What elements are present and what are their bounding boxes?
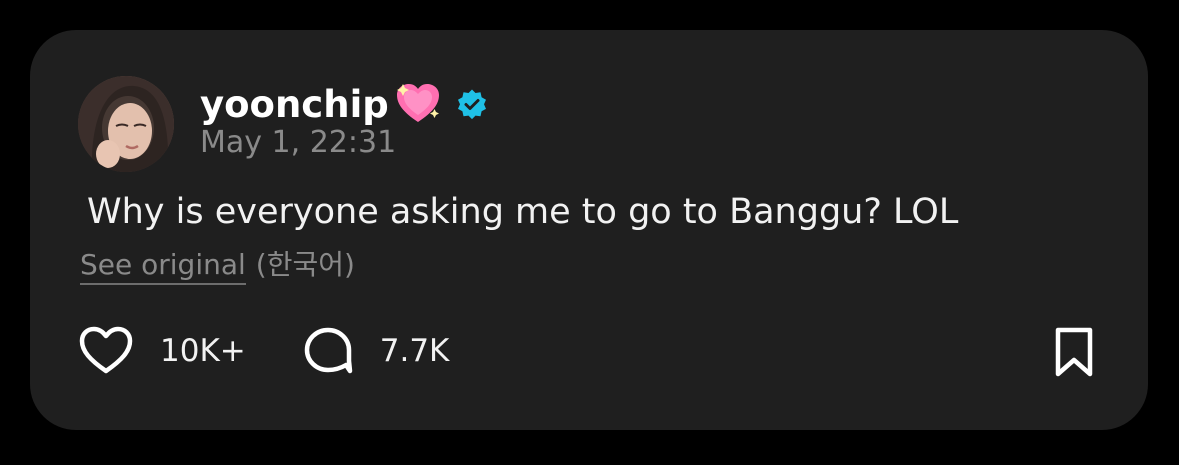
comment-bubble-icon: [302, 325, 354, 377]
sparkling-heart-icon: [395, 82, 441, 126]
like-button[interactable]: 10K+: [78, 326, 246, 376]
comment-count: 7.7K: [379, 332, 450, 369]
like-count: 10K+: [160, 332, 246, 369]
username-row: yoonchip: [200, 76, 489, 132]
verified-badge-icon: [455, 87, 489, 121]
avatar[interactable]: [78, 76, 174, 172]
post-timestamp: May 1, 22:31: [200, 125, 397, 160]
original-language-label: (한국어): [255, 248, 355, 281]
bookmark-button[interactable]: [1050, 326, 1098, 378]
comment-button[interactable]: 7.7K: [302, 325, 450, 377]
post-card[interactable]: yoonchip May 1, 22:31 Why is everyone as…: [30, 30, 1148, 430]
avatar-photo: [78, 76, 174, 172]
see-original-link[interactable]: See original: [80, 251, 246, 285]
post-text: Why is everyone asking me to go to Bangg…: [87, 192, 959, 232]
bookmark-icon: [1050, 327, 1098, 382]
heart-icon: [78, 326, 134, 376]
translation-row: See original (한국어): [80, 251, 355, 285]
action-bar: 10K+ 7.7K: [78, 326, 449, 376]
username[interactable]: yoonchip: [200, 86, 389, 123]
